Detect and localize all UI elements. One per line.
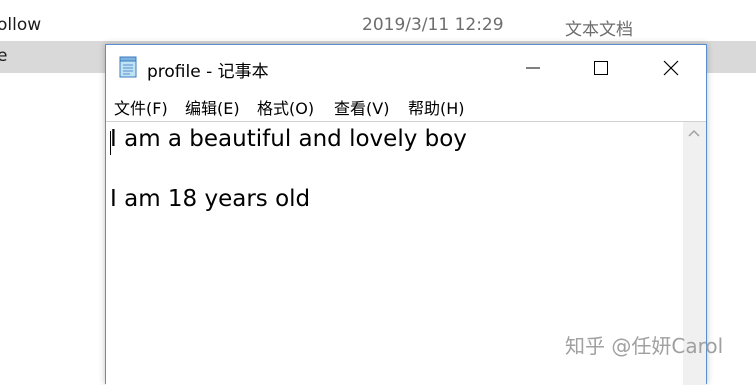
scroll-up-arrow-icon[interactable] [688,128,700,138]
explorer-file-date: 2019/3/11 12:29 [362,15,504,35]
close-icon [663,60,679,76]
explorer-row-follow[interactable]: ollow 2019/3/11 12:29 文本文档 [0,10,756,40]
explorer-file-name: ollow [0,15,42,35]
close-button[interactable] [648,45,694,91]
minimize-icon [526,67,540,69]
menu-view[interactable]: 查看(V) [334,95,389,119]
minimize-button[interactable] [510,45,556,91]
maximize-icon [594,61,608,75]
menu-format[interactable]: 格式(O) [257,95,314,119]
title-bar[interactable]: profile - 记事本 [106,45,706,91]
text-line-1: I am a beautiful and lovely boy [110,126,467,152]
maximize-button[interactable] [578,45,624,91]
explorer-file-name: e [0,46,8,66]
menu-edit[interactable]: 编辑(E) [185,95,240,119]
window-title: profile - 记事本 [147,62,269,82]
menu-file[interactable]: 文件(F) [114,95,168,119]
menu-bar: 文件(F) 编辑(E) 格式(O) 查看(V) 帮助(H) [106,91,706,121]
watermark-text: 知乎 @任妍Carol [565,334,724,358]
text-line-2: I am 18 years old [110,186,311,212]
menu-help[interactable]: 帮助(H) [408,95,465,119]
explorer-file-type: 文本文档 [565,20,633,40]
notepad-icon [119,56,137,78]
